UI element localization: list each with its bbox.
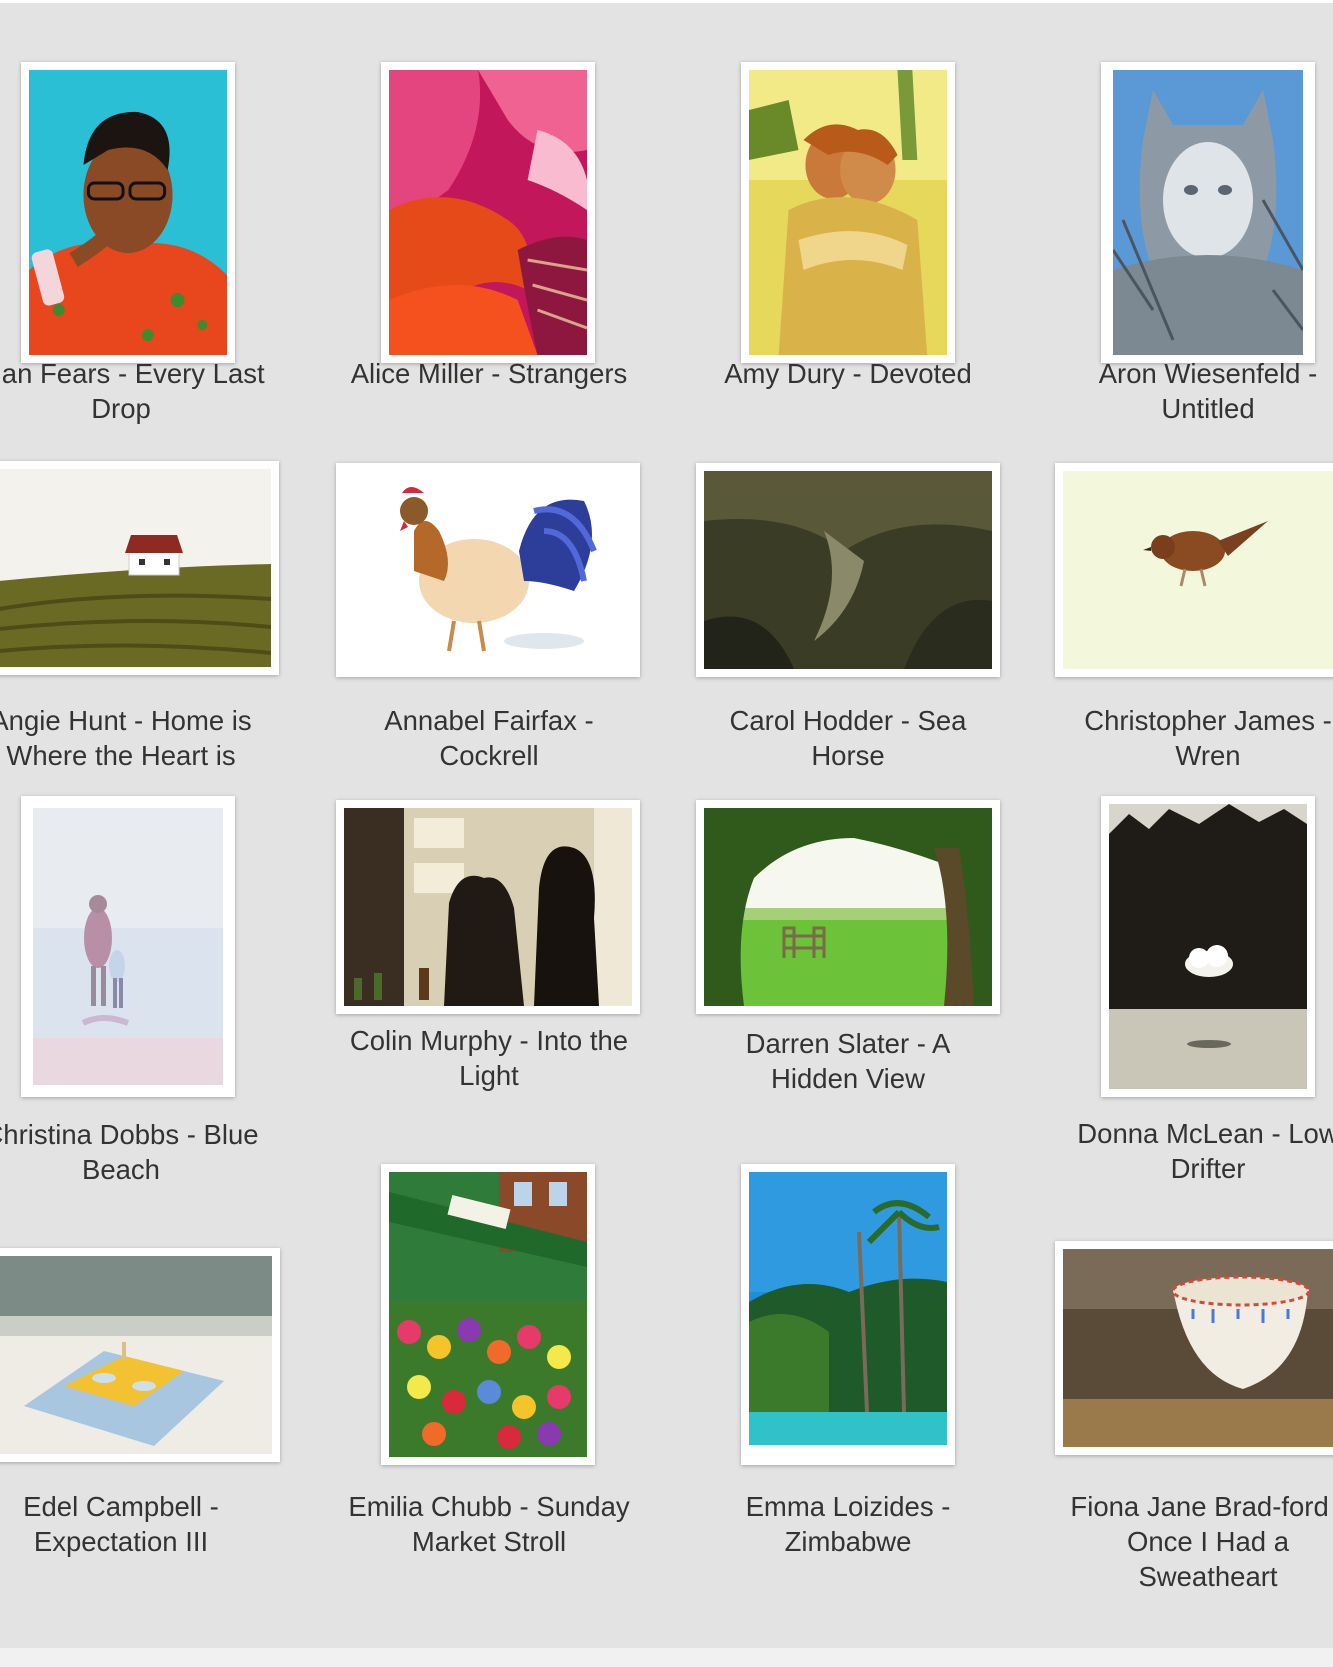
artwork-frame[interactable] (696, 800, 1000, 1014)
artwork-image-devoted[interactable] (749, 70, 947, 355)
artwork-caption[interactable]: Alan Fears - Every Last Drop (0, 356, 266, 426)
artwork-caption[interactable]: Edel Campbell - Expectation III (0, 1489, 266, 1559)
artwork-image-cockrell[interactable] (344, 471, 632, 669)
artwork-image-every-last-drop[interactable] (29, 70, 227, 355)
artwork-caption[interactable]: Aron Wiesenfeld - Untitled (1063, 356, 1333, 426)
artwork-image-zimbabwe[interactable] (749, 1172, 947, 1445)
artwork-caption[interactable]: Fiona Jane Brad-ford - Once I Had a Swea… (1063, 1489, 1333, 1594)
artwork-image-expectation-iii[interactable] (0, 1256, 272, 1454)
artwork-image-wren[interactable] (1063, 471, 1333, 669)
artwork-image-strangers[interactable] (389, 70, 587, 355)
artwork-image-untitled[interactable] (1113, 70, 1303, 355)
artwork-frame[interactable] (336, 463, 640, 677)
artwork-frame[interactable] (1055, 463, 1333, 677)
artwork-frame[interactable] (0, 461, 279, 675)
page-footer-band (0, 1648, 1333, 1667)
artwork-image-low-drifter[interactable] (1109, 804, 1307, 1089)
artwork-caption[interactable]: Annabel Fairfax - Cockrell (344, 703, 634, 773)
artwork-image-home-is-where-the-heart-is[interactable] (0, 469, 271, 667)
artwork-frame[interactable] (381, 1164, 595, 1465)
top-edge (0, 0, 1333, 3)
artwork-caption[interactable]: Darren Slater - A Hidden View (703, 1026, 993, 1096)
artwork-caption[interactable]: Christopher James - Wren (1063, 703, 1333, 773)
artwork-frame[interactable] (741, 62, 955, 363)
artwork-frame[interactable] (1101, 796, 1315, 1097)
artwork-frame[interactable] (21, 62, 235, 363)
artwork-frame[interactable] (696, 463, 1000, 677)
artwork-image-sunday-market-stroll[interactable] (389, 1172, 587, 1457)
artwork-frame[interactable] (741, 1164, 955, 1465)
artwork-frame[interactable] (1055, 1241, 1333, 1455)
artwork-image-a-hidden-view[interactable] (704, 808, 992, 1006)
artwork-frame[interactable] (336, 800, 640, 1014)
artwork-frame[interactable] (21, 796, 235, 1097)
artwork-caption[interactable]: Carol Hodder - Sea Horse (703, 703, 993, 773)
artwork-frame[interactable] (1101, 62, 1315, 363)
artwork-image-blue-beach[interactable] (33, 808, 223, 1085)
artwork-caption[interactable]: Emilia Chubb - Sunday Market Stroll (344, 1489, 634, 1559)
artwork-image-once-i-had-a-sweatheart[interactable] (1063, 1249, 1333, 1447)
artwork-caption[interactable]: Angie Hunt - Home is Where the Heart is (0, 703, 266, 773)
artwork-frame[interactable] (0, 1248, 280, 1462)
artwork-image-into-the-light[interactable] (344, 808, 632, 1006)
artwork-caption[interactable]: Donna McLean - Low Drifter (1063, 1116, 1333, 1186)
artwork-caption[interactable]: Christina Dobbs - Blue Beach (0, 1117, 266, 1187)
artwork-caption[interactable]: Colin Murphy - Into the Light (344, 1023, 634, 1093)
artwork-caption[interactable]: Amy Dury - Devoted (703, 356, 993, 391)
artwork-frame[interactable] (381, 62, 595, 363)
artwork-image-sea-horse[interactable] (704, 471, 992, 669)
artwork-caption[interactable]: Alice Miller - Strangers (344, 356, 634, 391)
artwork-caption[interactable]: Emma Loizides - Zimbabwe (703, 1489, 993, 1559)
